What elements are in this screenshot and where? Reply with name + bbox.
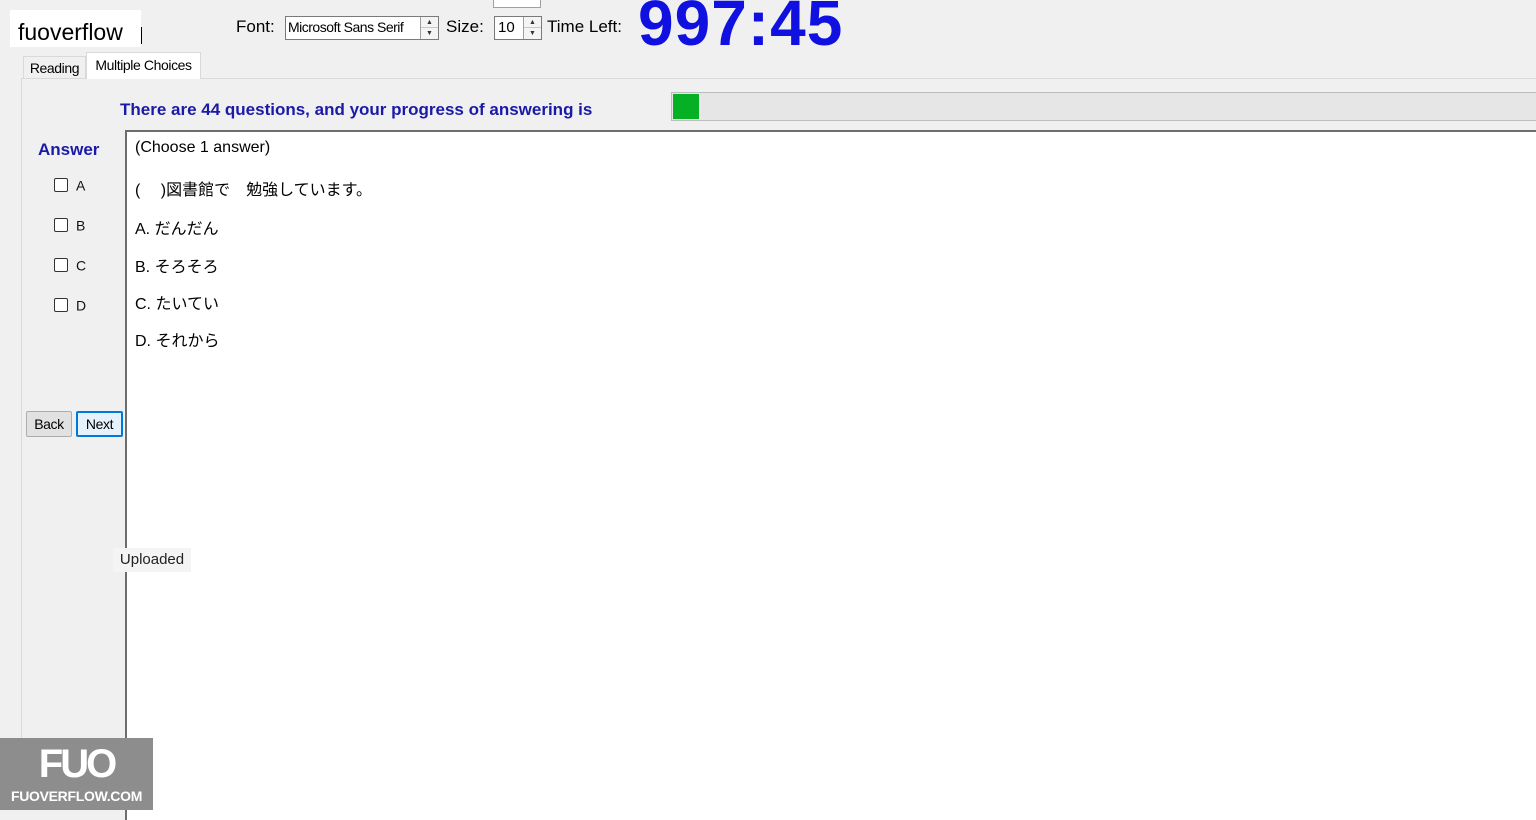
checkbox[interactable] xyxy=(54,298,68,313)
checkbox[interactable] xyxy=(54,258,68,273)
size-label: Size: xyxy=(446,17,484,36)
choice-c: C. たいてい xyxy=(135,296,219,313)
checkbox[interactable] xyxy=(54,178,68,193)
choice-a: A. だんだん xyxy=(135,221,219,238)
countdown-timer: 997:45 xyxy=(638,0,844,59)
tab-strip-divider xyxy=(21,78,1536,79)
panel-border xyxy=(21,79,22,810)
font-spinner[interactable]: ▲ ▼ xyxy=(420,17,438,39)
size-value: 10 xyxy=(498,19,515,36)
next-button[interactable]: Next xyxy=(76,411,123,437)
checkbox[interactable] xyxy=(54,218,68,233)
question-instruction: (Choose 1 answer) xyxy=(135,139,271,156)
answer-option-b[interactable]: B xyxy=(54,215,85,233)
size-spinner[interactable]: ▲ ▼ xyxy=(523,17,541,39)
option-letter: A xyxy=(76,177,86,194)
watermark-label: fuoverflow xyxy=(10,10,141,47)
option-letter: B xyxy=(76,217,86,234)
tab-reading[interactable]: Reading xyxy=(23,56,86,78)
size-stepper[interactable]: 10 ▲ ▼ xyxy=(494,16,542,40)
font-label: Font: xyxy=(236,17,275,36)
answer-option-d[interactable]: D xyxy=(54,295,86,313)
option-letter: C xyxy=(76,257,87,274)
answer-option-c[interactable]: C xyxy=(54,255,86,273)
font-selector[interactable]: Microsoft Sans Serif ▲ ▼ xyxy=(285,16,439,40)
progress-label: There are 44 questions, and your progres… xyxy=(120,100,593,119)
question-stem: ( )図書館で 勉強しています。 xyxy=(135,182,373,199)
progress-fill xyxy=(673,94,699,119)
spin-up-icon[interactable]: ▲ xyxy=(421,17,438,28)
site-logo: FUO FUOVERFLOW.COM xyxy=(0,738,153,810)
choice-d: D. それから xyxy=(135,333,220,350)
back-button[interactable]: Back xyxy=(26,411,72,437)
upload-status: Uploaded xyxy=(113,548,191,572)
choice-b: B. そろそろ xyxy=(135,259,219,276)
option-letter: D xyxy=(76,297,87,314)
spin-down-icon[interactable]: ▼ xyxy=(524,28,541,39)
answer-option-a[interactable]: A xyxy=(54,175,85,193)
answer-title: Answer xyxy=(38,140,100,159)
font-value: Microsoft Sans Serif xyxy=(288,19,404,35)
spin-down-icon[interactable]: ▼ xyxy=(421,28,438,39)
text-caret xyxy=(141,27,142,44)
question-panel[interactable]: (Choose 1 answer) ( )図書館で 勉強しています。 A. だん… xyxy=(125,130,1536,820)
time-left-label: Time Left: xyxy=(547,17,622,36)
logo-mark: FUO xyxy=(38,742,117,786)
progress-bar xyxy=(671,92,1536,121)
tab-multiple-choices[interactable]: Multiple Choices xyxy=(86,52,201,79)
spin-up-icon[interactable]: ▲ xyxy=(524,17,541,28)
top-control-remnant[interactable] xyxy=(493,0,541,8)
logo-text: FUOVERFLOW.COM xyxy=(10,788,143,804)
